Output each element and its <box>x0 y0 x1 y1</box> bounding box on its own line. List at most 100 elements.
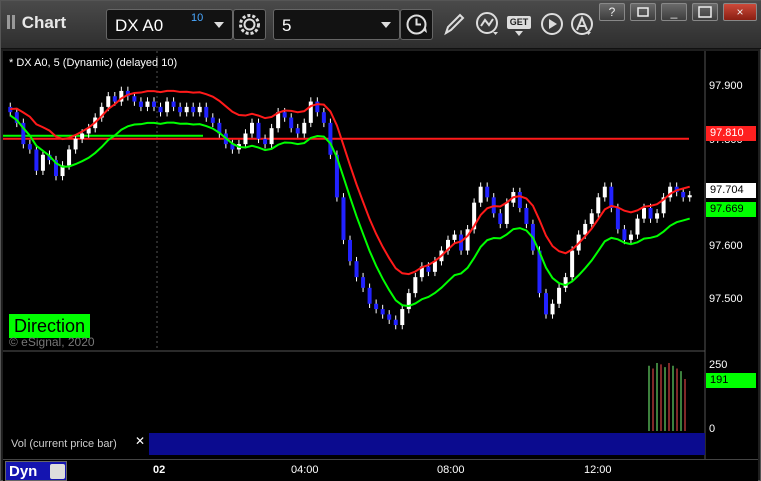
candle-body <box>295 128 300 134</box>
candle-body <box>243 133 248 145</box>
candle-body <box>354 261 359 278</box>
studies-icon[interactable] <box>475 10 501 38</box>
chart-window: Chart DX A0 10 5 GET ? _ × * DX A0, 5 (D… <box>0 0 761 481</box>
candle-body <box>152 101 156 107</box>
candle-body <box>132 96 137 102</box>
time-tick-label: 12:00 <box>584 464 612 476</box>
dynamic-mode-button[interactable]: Dyn <box>5 461 67 481</box>
candle-body <box>184 106 189 113</box>
candle-body <box>452 234 457 240</box>
candle-body <box>138 101 143 107</box>
restore-down-button[interactable] <box>630 3 656 21</box>
candle-body <box>80 133 85 139</box>
candle-body <box>426 266 431 272</box>
close-icon[interactable]: ✕ <box>135 434 145 448</box>
candle-body <box>524 207 529 224</box>
pencil-icon[interactable] <box>441 10 467 38</box>
candle-body <box>557 287 562 304</box>
price-tick-label: 97.600 <box>709 240 743 252</box>
chevron-down-icon <box>515 31 523 36</box>
candle-body <box>34 149 39 171</box>
watermark: © eSignal, 2020 <box>9 335 95 349</box>
chart-area[interactable]: * DX A0, 5 (Dynamic) (delayed 10) Direct… <box>3 51 758 459</box>
interval-dropdown[interactable]: 5 <box>273 9 400 40</box>
restore-icon <box>637 7 649 17</box>
price-tick-label: 97.500 <box>709 293 743 305</box>
green-trail-line <box>9 114 691 308</box>
candle-body <box>367 287 372 304</box>
candle-body <box>687 195 692 198</box>
candle-body <box>361 277 366 288</box>
candle-body <box>73 138 78 150</box>
time-tick-label: 04:00 <box>291 464 319 476</box>
candle-body <box>498 213 503 224</box>
candle-body <box>485 186 490 198</box>
gear-icon <box>239 14 260 35</box>
candle-body <box>67 149 72 166</box>
study-label: * DX A0, 5 (Dynamic) (delayed 10) <box>9 57 178 69</box>
maximize-button[interactable] <box>692 3 718 21</box>
drag-grip-icon[interactable] <box>7 15 10 29</box>
app-title: Chart <box>7 13 66 33</box>
volume-value-tag: 191 <box>706 373 756 388</box>
candle-body <box>165 101 170 113</box>
candle-body <box>400 309 405 326</box>
candle-body <box>648 207 653 219</box>
candle-body <box>635 218 640 235</box>
red-level-tag: 97.810 <box>706 126 756 141</box>
candle-body <box>341 197 346 240</box>
volume-panel-header-bar <box>149 433 705 455</box>
interval-value: 5 <box>282 16 292 35</box>
close-button[interactable]: × <box>723 3 757 21</box>
candle-body <box>263 138 268 145</box>
chevron-down-icon <box>381 22 391 28</box>
time-axis[interactable]: Dyn 02 04:00 08:00 12:00 <box>3 459 758 481</box>
candle-body <box>328 122 333 155</box>
volume-tick-label: 250 <box>709 359 728 371</box>
candle-body <box>615 207 620 230</box>
time-tick-label: 08:00 <box>437 464 465 476</box>
clock-icon <box>406 14 427 35</box>
candle-body <box>609 186 614 208</box>
candle-body <box>289 117 294 129</box>
candle-body <box>178 106 183 113</box>
minimize-button[interactable]: _ <box>661 3 687 21</box>
alert-icon[interactable] <box>569 10 595 38</box>
candle-body <box>655 213 660 219</box>
candle-body <box>387 314 392 320</box>
candle-body <box>544 293 548 315</box>
candle-body <box>374 303 379 310</box>
maximize-icon <box>698 6 712 18</box>
replay-play-icon[interactable] <box>539 10 565 38</box>
lock-icon[interactable] <box>50 464 65 479</box>
candle-body <box>250 122 254 134</box>
help-button[interactable]: ? <box>599 3 625 21</box>
dynamic-mode-label: Dyn <box>9 463 38 480</box>
settings-button[interactable] <box>233 9 266 40</box>
candle-body <box>256 122 261 139</box>
candle-body <box>393 319 398 326</box>
last-price-tag: 97.704 <box>706 183 756 198</box>
app-title-text: Chart <box>21 13 67 32</box>
price-chart[interactable] <box>3 51 758 459</box>
get-data-button[interactable]: GET <box>507 10 533 38</box>
toolbar: Chart DX A0 10 5 GET ? _ × <box>1 1 761 49</box>
time-template-button[interactable] <box>400 9 433 40</box>
candle-body <box>681 192 686 198</box>
drag-grip-icon[interactable] <box>12 15 15 29</box>
chevron-down-icon <box>214 22 224 28</box>
candle-body <box>589 213 594 224</box>
candle-body <box>596 197 601 214</box>
candle-body <box>628 234 633 240</box>
candle-body <box>321 112 326 123</box>
green-level-tag: 97.669 <box>706 202 756 217</box>
get-icon: GET <box>507 16 531 29</box>
candle-body <box>27 144 32 150</box>
candle-body <box>269 128 274 145</box>
symbol-dropdown[interactable]: DX A0 10 <box>106 9 233 40</box>
candle-body <box>348 239 352 262</box>
candle-body <box>197 106 202 113</box>
candle-body <box>106 96 111 107</box>
candle-body <box>191 106 196 113</box>
volume-tick-label: 0 <box>709 423 716 435</box>
